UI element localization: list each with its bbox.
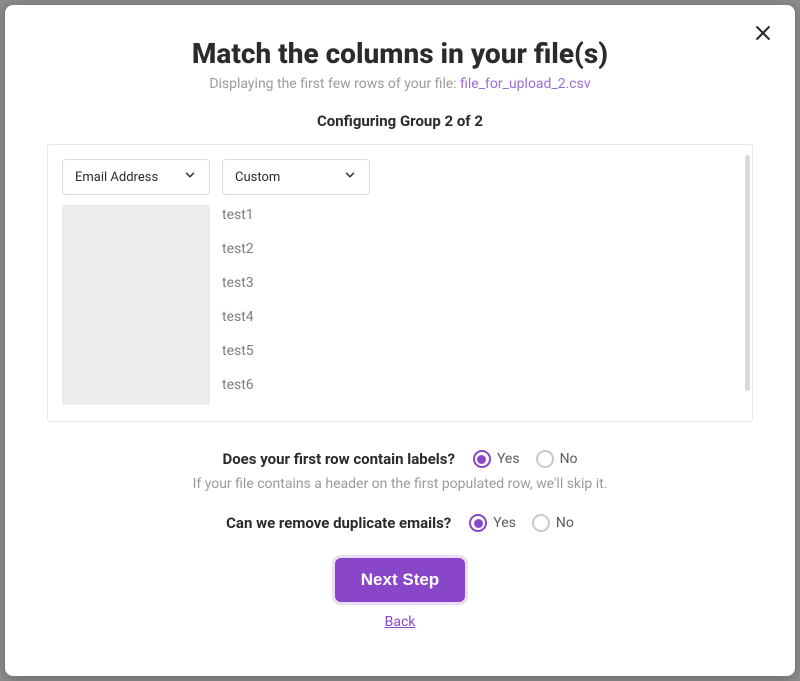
radio-icon	[473, 450, 491, 468]
first-row-labels-question: Does your first row contain labels? Yes …	[47, 450, 753, 468]
remove-duplicates-radio-group: Yes No	[469, 514, 574, 532]
preview-cell: test5	[222, 343, 738, 359]
column-2-preview: test1 test2 test3 test4 test5 test6	[222, 205, 738, 411]
radio-label: No	[560, 451, 578, 467]
preview-cell: test6	[222, 377, 738, 393]
action-buttons: Next Step Back	[47, 558, 753, 630]
group-progress-label: Configuring Group 2 of 2	[47, 112, 753, 130]
column-2-mapping-select[interactable]: Custom	[222, 159, 370, 195]
preview-cell: test4	[222, 309, 738, 325]
remove-duplicates-text: Can we remove duplicate emails?	[226, 514, 451, 532]
radio-label: Yes	[493, 515, 516, 531]
column-1-mapping-value: Email Address	[75, 170, 158, 185]
chevron-down-icon	[343, 168, 357, 186]
preview-columns: test1 test2 test3 test4 test5 test6	[48, 205, 752, 411]
radio-label: Yes	[497, 451, 520, 467]
column-1-mapping-select[interactable]: Email Address	[62, 159, 210, 195]
remove-duplicates-no[interactable]: No	[532, 514, 574, 532]
remove-duplicates-yes[interactable]: Yes	[469, 514, 516, 532]
first-row-labels-yes[interactable]: Yes	[473, 450, 520, 468]
next-step-button[interactable]: Next Step	[335, 558, 465, 602]
first-row-labels-radio-group: Yes No	[473, 450, 578, 468]
radio-icon	[469, 514, 487, 532]
column-dropdown-row: Email Address Custom	[48, 145, 752, 205]
radio-icon	[536, 450, 554, 468]
preview-cell: test1	[222, 207, 738, 223]
radio-label: No	[556, 515, 574, 531]
modal-subtitle: Displaying the first few rows of your fi…	[47, 76, 753, 92]
preview-cell: test3	[222, 275, 738, 291]
close-icon	[753, 28, 773, 47]
chevron-down-icon	[183, 168, 197, 186]
radio-icon	[532, 514, 550, 532]
preview-container: Email Address Custom test1 test2 test3 t…	[47, 144, 753, 422]
column-match-modal: Match the columns in your file(s) Displa…	[5, 5, 795, 676]
back-link[interactable]: Back	[47, 614, 753, 630]
options-section: Does your first row contain labels? Yes …	[47, 450, 753, 532]
scrollbar[interactable]	[745, 155, 750, 391]
file-name-link[interactable]: file_for_upload_2.csv	[460, 76, 591, 92]
modal-title: Match the columns in your file(s)	[47, 37, 753, 70]
column-1-preview-placeholder	[62, 205, 210, 405]
first-row-labels-no[interactable]: No	[536, 450, 578, 468]
close-button[interactable]	[753, 23, 773, 43]
subtitle-prefix: Displaying the first few rows of your fi…	[209, 76, 460, 92]
first-row-labels-text: Does your first row contain labels?	[222, 450, 454, 468]
remove-duplicates-question: Can we remove duplicate emails? Yes No	[47, 514, 753, 532]
first-row-labels-helper: If your file contains a header on the fi…	[47, 476, 753, 492]
column-2-mapping-value: Custom	[235, 170, 280, 185]
preview-cell: test2	[222, 241, 738, 257]
